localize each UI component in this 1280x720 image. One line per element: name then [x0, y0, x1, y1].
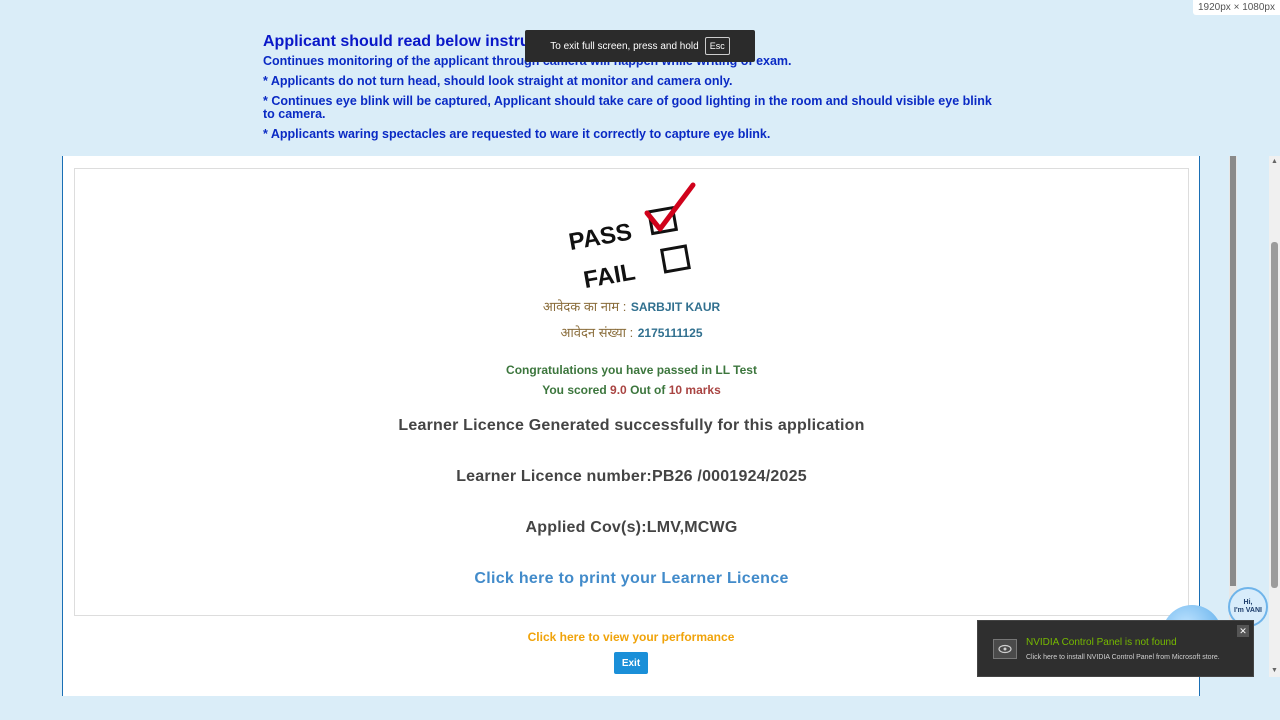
frame-scrollbar-thumb[interactable] [1230, 156, 1236, 586]
score-line: You scored 9.0 Out of 10 marks [75, 383, 1188, 397]
result-frame: PASS FAIL आवेदक का नाम : SARBJIT KAUR आव… [62, 156, 1200, 696]
application-number-value: 2175111125 [637, 326, 703, 340]
nvidia-notification-subtitle: Click here to install NVIDIA Control Pan… [1026, 654, 1220, 661]
close-icon[interactable]: ✕ [1237, 625, 1249, 637]
fail-label: FAIL [581, 258, 637, 293]
applied-cov: Applied Cov(s):LMV,MCWG [525, 519, 738, 536]
fullscreen-exit-toast: To exit full screen, press and hold Esc [525, 30, 755, 62]
fail-checkbox [659, 244, 691, 274]
scroll-down-arrow-icon[interactable]: ▼ [1269, 666, 1280, 676]
licence-generated-message: Learner Licence Generated successfully f… [398, 417, 865, 434]
fullscreen-toast-text: To exit full screen, press and hold [550, 40, 699, 52]
instruction-line: * Continues eye blink will be captured, … [263, 94, 992, 121]
instruction-line: * Applicants do not turn head, should lo… [263, 74, 733, 88]
instruction-line: * Applicants waring spectacles are reque… [263, 127, 771, 141]
score-prefix: You scored [542, 383, 607, 397]
application-number-label: आवेदन संख्या : [560, 325, 634, 340]
score-total: 10 marks [668, 383, 721, 397]
view-performance-link[interactable]: Click here to view your performance [528, 630, 735, 644]
esc-key-hint: Esc [704, 37, 730, 55]
nvidia-notification-title: NVIDIA Control Panel is not found [1026, 637, 1177, 648]
applicant-name-value: SARBJIT KAUR [630, 300, 721, 314]
exit-button[interactable]: Exit [614, 652, 648, 674]
application-number-row: आवेदन संख्या : 2175111125 [75, 323, 1188, 342]
print-licence-row: Click here to print your Learner Licence [75, 570, 1188, 588]
vani-greeting-line1: Hi, [1243, 599, 1253, 606]
pass-fail-graphic: PASS FAIL [567, 182, 696, 293]
nvidia-notification[interactable]: NVIDIA Control Panel is not found Click … [977, 620, 1254, 677]
pass-label: PASS [567, 218, 634, 256]
licence-number: Learner Licence number:PB26 /0001924/202… [456, 468, 807, 485]
page-scrollbar-thumb[interactable] [1271, 242, 1278, 588]
score-value: 9.0 [610, 383, 627, 397]
applicant-name-label: आवेदक का नाम : [542, 299, 627, 314]
print-licence-link[interactable]: Click here to print your Learner Licence [474, 570, 788, 587]
page-scrollbar[interactable]: ▲ ▼ [1269, 156, 1280, 677]
scroll-up-arrow-icon[interactable]: ▲ [1269, 157, 1280, 167]
result-card: PASS FAIL आवेदक का नाम : SARBJIT KAUR आव… [74, 168, 1189, 616]
vani-greeting-line2: I'm VANI [1234, 607, 1262, 614]
score-mid: Out of [630, 383, 666, 397]
congratulations-message: Congratulations you have passed in LL Te… [506, 363, 757, 377]
resolution-badge: 1920px × 1080px [1192, 0, 1280, 15]
applicant-name-row: आवेदक का नाम : SARBJIT KAUR [75, 297, 1188, 316]
nvidia-app-icon [993, 639, 1017, 659]
